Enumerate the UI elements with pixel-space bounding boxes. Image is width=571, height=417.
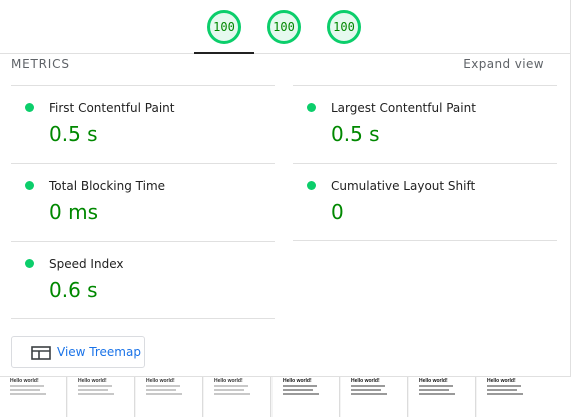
frame-title: Hello world! [78,378,107,384]
metric-label: Speed Index [49,257,124,271]
view-treemap-label: View Treemap [57,345,141,359]
metric-value: 0.5 s [331,122,380,146]
metric-label: First Contentful Paint [49,101,175,115]
score-gauge-1[interactable]: 100 [207,10,241,44]
metric-value: 0.5 s [49,122,98,146]
metric-label: Cumulative Layout Shift [331,179,476,193]
view-treemap-button[interactable]: View Treemap [11,336,145,368]
metric-label: Largest Contentful Paint [331,101,476,115]
score-gauge-2[interactable]: 100 [267,10,301,44]
score-gauge-3[interactable]: 100 [327,10,361,44]
filmstrip-frame: Hello world! [136,377,203,417]
filmstrip-frame: Hello world! [341,377,408,417]
pass-status-icon [25,259,34,268]
filmstrip: Hello world! Hello world! Hello world! H… [0,376,571,417]
frame-title: Hello world! [146,378,175,384]
frame-title: Hello world! [351,378,380,384]
pass-status-icon [307,181,316,190]
pass-status-icon [307,103,316,112]
metric-value: 0 ms [49,200,98,224]
selected-gauge-indicator [194,52,254,54]
metric-cumulative-layout-shift: Cumulative Layout Shift 0 [293,163,557,241]
metric-label: Total Blocking Time [49,179,166,193]
filmstrip-frame: Hello world! [409,377,476,417]
filmstrip-frame: Hello world! [273,377,340,417]
frame-title: Hello world! [10,378,39,384]
metric-total-blocking-time: Total Blocking Time 0 ms [11,163,275,241]
frame-title: Hello world! [419,378,448,384]
filmstrip-frame: Hello world! [477,377,571,417]
metric-largest-contentful-paint: Largest Contentful Paint 0.5 s [293,85,557,163]
metric-speed-index: Speed Index 0.6 s [11,241,275,319]
filmstrip-frame: Hello world! [68,377,135,417]
metric-first-contentful-paint: First Contentful Paint 0.5 s [11,85,275,163]
metrics-heading: METRICS [11,57,70,71]
metric-value: 0.6 s [49,278,98,302]
pass-status-icon [25,103,34,112]
metric-value: 0 [331,200,344,224]
score-gauges: 100 100 100 [0,0,571,54]
lighthouse-report: 100 100 100 METRICS Expand view First Co… [0,0,571,417]
expand-view-toggle[interactable]: Expand view [463,57,544,71]
divider [293,240,557,241]
divider [11,318,275,319]
pass-status-icon [25,181,34,190]
frame-title: Hello world! [214,378,243,384]
filmstrip-frame: Hello world! [204,377,271,417]
filmstrip-frame: Hello world! [0,377,67,417]
frame-title: Hello world! [283,378,312,384]
frame-title: Hello world! [487,378,516,384]
treemap-icon [31,346,51,360]
